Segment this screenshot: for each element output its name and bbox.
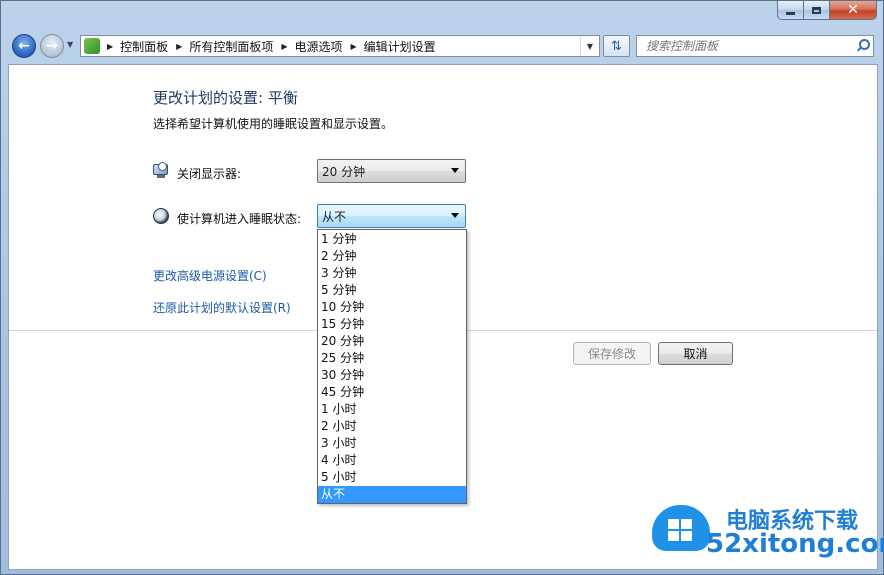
control-panel-icon xyxy=(84,38,100,54)
breadcrumb-edit-plan[interactable]: 编辑计划设置 xyxy=(364,38,436,55)
dropdown-arrow-icon xyxy=(451,213,459,218)
close-button[interactable]: ✕ xyxy=(830,1,877,20)
display-timer-icon xyxy=(153,162,169,179)
watermark-url: 52xitong.com xyxy=(706,529,884,559)
caption-buttons: ✕ xyxy=(777,1,877,20)
sleep-option[interactable]: 25 分钟 xyxy=(318,350,466,367)
sleep-option[interactable]: 5 分钟 xyxy=(318,282,466,299)
sleep-select[interactable]: 从不 xyxy=(317,204,466,228)
display-off-value: 20 分钟 xyxy=(322,164,366,179)
maximize-icon xyxy=(812,6,821,14)
address-history-dropdown[interactable]: ▼ xyxy=(580,36,599,56)
recent-pages-dropdown[interactable]: ▼ xyxy=(67,40,73,49)
breadcrumb-separator-icon[interactable]: ▶ xyxy=(281,42,287,51)
sleep-option[interactable]: 1 小时 xyxy=(318,401,466,418)
forward-arrow-icon: → xyxy=(46,38,58,54)
address-bar[interactable]: ▶ 控制面板 ▶ 所有控制面板项 ▶ 电源选项 ▶ 编辑计划设置 ▼ xyxy=(80,35,600,57)
sleep-option[interactable]: 30 分钟 xyxy=(318,367,466,384)
advanced-power-settings-link[interactable]: 更改高级电源设置(C) xyxy=(153,267,267,284)
sleep-value: 从不 xyxy=(322,209,347,224)
sleep-option[interactable]: 3 分钟 xyxy=(318,265,466,282)
page-title: 更改计划的设置: 平衡 xyxy=(153,89,298,107)
breadcrumb-separator-icon[interactable]: ▶ xyxy=(351,42,357,51)
sleep-option[interactable]: 5 小时 xyxy=(318,469,466,486)
control-panel-window: ✕ ← → ▼ ▶ 控制面板 ▶ 所有控制面板项 ▶ 电源选项 ▶ 编辑计划设置… xyxy=(0,0,884,575)
breadcrumb-all-items[interactable]: 所有控制面板项 xyxy=(189,38,273,55)
navigation-bar: ← → ▼ ▶ 控制面板 ▶ 所有控制面板项 ▶ 电源选项 ▶ 编辑计划设置 ▼… xyxy=(1,31,883,63)
search-input[interactable] xyxy=(644,38,855,54)
chevron-down-icon: ▼ xyxy=(67,40,74,49)
sleep-option[interactable]: 2 小时 xyxy=(318,418,466,435)
sleep-option[interactable]: 20 分钟 xyxy=(318,333,466,350)
search-box[interactable] xyxy=(636,35,874,57)
chevron-down-icon: ▼ xyxy=(586,41,594,51)
search-icon[interactable] xyxy=(855,38,871,54)
sleep-option-selected[interactable]: 从不 xyxy=(318,486,466,503)
sleep-option[interactable]: 2 分钟 xyxy=(318,248,466,265)
sleep-options-list: 1 分钟 2 分钟 3 分钟 5 分钟 10 分钟 15 分钟 20 分钟 25… xyxy=(317,229,467,504)
minimize-icon xyxy=(786,11,795,15)
back-button[interactable]: ← xyxy=(12,34,36,58)
sleep-moon-icon xyxy=(153,208,169,224)
close-icon: ✕ xyxy=(847,2,859,18)
breadcrumb-control-panel[interactable]: 控制面板 xyxy=(120,38,168,55)
cancel-button[interactable]: 取消 xyxy=(658,342,733,365)
maximize-button[interactable] xyxy=(804,1,830,20)
sleep-label: 使计算机进入睡眠状态: xyxy=(177,212,302,226)
forward-button[interactable]: → xyxy=(40,34,64,58)
site-watermark: 电脑系统下载 52xitong.com xyxy=(646,501,884,569)
windows-logo-icon xyxy=(668,519,692,541)
breadcrumb-separator-icon[interactable]: ▶ xyxy=(176,42,182,51)
sleep-option[interactable]: 45 分钟 xyxy=(318,384,466,401)
sleep-option[interactable]: 4 小时 xyxy=(318,452,466,469)
sleep-option[interactable]: 1 分钟 xyxy=(318,231,466,248)
sleep-option[interactable]: 3 小时 xyxy=(318,435,466,452)
dropdown-arrow-icon xyxy=(451,168,459,173)
sleep-option[interactable]: 15 分钟 xyxy=(318,316,466,333)
save-changes-button[interactable]: 保存修改 xyxy=(573,342,651,365)
refresh-button[interactable]: ⇅ xyxy=(603,35,630,57)
back-arrow-icon: ← xyxy=(18,38,30,54)
content-pane: 更改计划的设置: 平衡 选择希望计算机使用的睡眠设置和显示设置。 关闭显示器: … xyxy=(8,64,878,570)
sleep-option[interactable]: 10 分钟 xyxy=(318,299,466,316)
page-description: 选择希望计算机使用的睡眠设置和显示设置。 xyxy=(153,117,394,131)
minimize-button[interactable] xyxy=(777,1,804,20)
display-off-select[interactable]: 20 分钟 xyxy=(317,159,466,183)
display-off-label: 关闭显示器: xyxy=(177,167,242,181)
breadcrumb-separator-icon[interactable]: ▶ xyxy=(107,42,113,51)
refresh-icon: ⇅ xyxy=(611,38,622,54)
restore-defaults-link[interactable]: 还原此计划的默认设置(R) xyxy=(153,299,291,316)
breadcrumb-power-options[interactable]: 电源选项 xyxy=(295,38,343,55)
